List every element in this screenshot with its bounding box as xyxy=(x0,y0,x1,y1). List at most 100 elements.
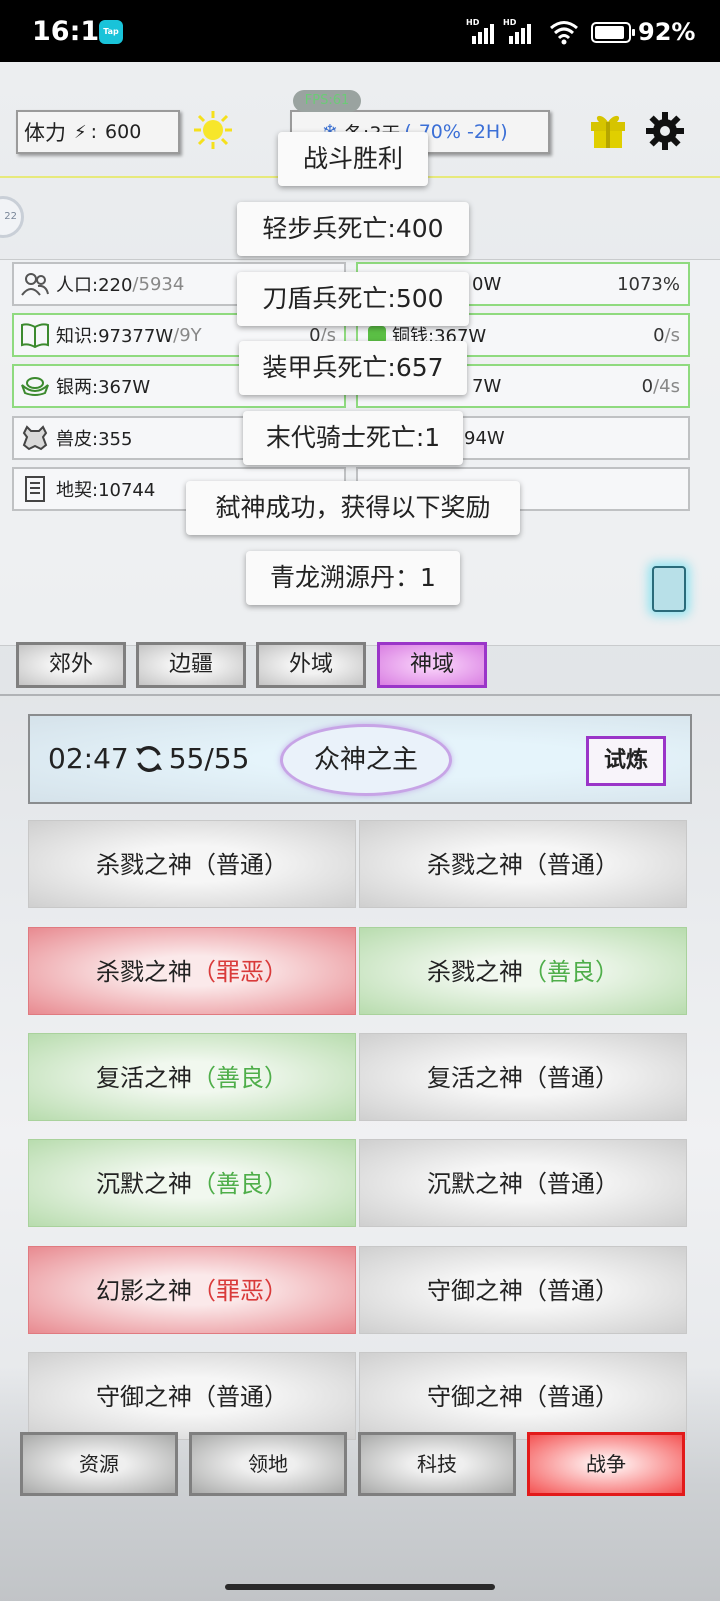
god-alignment: （罪恶） xyxy=(192,958,288,986)
god-name: 复活之神 xyxy=(427,1064,523,1092)
god-timer-area: 02:47 55/55 xyxy=(48,742,249,775)
status-bar: 16:13 Tap HD HD 92% xyxy=(0,0,720,62)
copper-rate-value: 0 xyxy=(653,324,665,346)
silver-ingot-icon xyxy=(20,371,50,401)
stamina-label: 体力 xyxy=(24,121,66,145)
nav-resources[interactable]: 资源 xyxy=(20,1432,178,1496)
book-icon xyxy=(20,320,50,350)
copper-rate: 0/s xyxy=(653,325,680,346)
signal-hd-label-2: HD xyxy=(503,18,517,27)
toast-godslayer-success: 弑神成功，获得以下奖励 xyxy=(186,481,520,535)
tab-suburbs[interactable]: 郊外 xyxy=(16,642,126,688)
god-button[interactable]: 杀戮之神（善良） xyxy=(359,927,687,1015)
god-name: 复活之神 xyxy=(96,1064,192,1092)
god-button[interactable]: 守御之神（普通） xyxy=(359,1352,687,1440)
god-button[interactable]: 幻影之神（罪恶） xyxy=(28,1246,356,1334)
sun-icon xyxy=(194,111,232,149)
signal-icon: HD xyxy=(466,18,500,44)
refresh-icon xyxy=(135,745,162,772)
god-name: 守御之神 xyxy=(427,1383,523,1411)
god-alignment: （普通） xyxy=(523,1064,619,1092)
tap-app-icon: Tap xyxy=(99,20,123,44)
god-name: 沉默之神 xyxy=(96,1170,192,1198)
toast-shield-infantry: 刀盾兵死亡:500 xyxy=(237,272,469,326)
population-max: /5934 xyxy=(132,273,185,295)
god-alignment: （罪恶） xyxy=(192,1277,288,1305)
nav-territory[interactable]: 领地 xyxy=(189,1432,347,1496)
battery-icon xyxy=(591,22,635,43)
fps-badge: FPS:61 xyxy=(293,90,361,112)
god-header: 02:47 55/55 众神之主 试炼 xyxy=(28,714,692,804)
stamina-display: 体力 ⚡ : 600 xyxy=(16,110,180,154)
wifi-icon xyxy=(550,21,578,45)
god-button[interactable]: 杀戮之神（普通） xyxy=(359,820,687,908)
deed-value: 地契:10744 xyxy=(56,480,156,501)
tab-outer-realm[interactable]: 外域 xyxy=(256,642,366,688)
people-icon xyxy=(20,269,50,299)
god-button[interactable]: 守御之神（普通） xyxy=(28,1352,356,1440)
right-resource-1-rate: 1073% xyxy=(617,273,680,295)
animal-hide-icon xyxy=(20,423,50,453)
attempt-count: 55/55 xyxy=(168,742,250,775)
lord-of-gods-title[interactable]: 众神之主 xyxy=(280,724,452,796)
god-name: 守御之神 xyxy=(427,1277,523,1305)
toast-reward-item: 青龙溯源丹：1 xyxy=(246,551,460,605)
home-indicator[interactable] xyxy=(225,1584,495,1590)
god-alignment: （普通） xyxy=(192,1383,288,1411)
god-name: 沉默之神 xyxy=(427,1170,523,1198)
card-deck-icon[interactable] xyxy=(652,566,686,612)
avatar[interactable]: 22 xyxy=(0,196,24,238)
trial-button[interactable]: 试炼 xyxy=(586,736,666,786)
signal-icon-2: HD xyxy=(503,18,537,44)
toast-battle-victory: 战斗胜利 xyxy=(278,132,428,186)
settings-gear-icon[interactable] xyxy=(646,112,684,150)
god-button[interactable]: 沉默之神（善良） xyxy=(28,1139,356,1227)
gift-icon[interactable] xyxy=(589,110,627,150)
knowledge-value: 知识:97377W xyxy=(56,326,174,347)
nav-technology[interactable]: 科技 xyxy=(358,1432,516,1496)
right-resource-3-rate-unit: /4s xyxy=(653,375,680,397)
god-button[interactable]: 杀戮之神（罪恶） xyxy=(28,927,356,1015)
god-alignment: （普通） xyxy=(523,1383,619,1411)
toast-last-knight: 末代骑士死亡:1 xyxy=(243,411,463,465)
toast-light-infantry: 轻步兵死亡:400 xyxy=(237,202,469,256)
tab-divine-realm[interactable]: 神域 xyxy=(377,642,487,688)
god-name: 守御之神 xyxy=(96,1383,192,1411)
god-name: 杀戮之神 xyxy=(96,958,192,986)
god-button[interactable]: 杀戮之神（普通） xyxy=(28,820,356,908)
right-resource-3-value: 7W xyxy=(472,375,502,397)
copper-rate-unit: /s xyxy=(664,324,680,346)
god-name: 杀戮之神 xyxy=(427,851,523,879)
silver-value: 银两:367W xyxy=(56,377,151,398)
nav-war[interactable]: 战争 xyxy=(527,1432,685,1496)
lightning-icon: ⚡ xyxy=(74,121,87,143)
god-button[interactable]: 沉默之神（普通） xyxy=(359,1139,687,1227)
knowledge-max: /9Y xyxy=(173,324,202,346)
god-alignment: （普通） xyxy=(192,851,288,879)
god-alignment: （善良） xyxy=(523,958,619,986)
god-button[interactable]: 复活之神（善良） xyxy=(28,1033,356,1121)
god-alignment: （普通） xyxy=(523,851,619,879)
right-resource-3-rate-value: 0 xyxy=(641,375,654,397)
god-name: 杀戮之神 xyxy=(427,958,523,986)
refresh-timer: 02:47 xyxy=(48,742,129,775)
battery-percent: 92% xyxy=(638,18,696,46)
stamina-value: 600 xyxy=(105,121,142,143)
stamina-sep: : xyxy=(90,121,98,143)
right-resource-1-value: 0W xyxy=(472,273,502,295)
right-resource-3-rate: 0/4s xyxy=(642,376,680,397)
god-button[interactable]: 复活之神（普通） xyxy=(359,1033,687,1121)
toast-armored-infantry: 装甲兵死亡:657 xyxy=(239,341,467,395)
signal-hd-label: HD xyxy=(466,18,480,27)
god-button[interactable]: 守御之神（普通） xyxy=(359,1246,687,1334)
right-resource-4-value: 94W xyxy=(464,427,505,449)
hide-value: 兽皮:355 xyxy=(56,429,133,450)
god-alignment: （普通） xyxy=(523,1277,619,1305)
god-alignment: （善良） xyxy=(192,1064,288,1092)
deed-scroll-icon xyxy=(20,474,50,504)
tab-frontier[interactable]: 边疆 xyxy=(136,642,246,688)
game-screen: 体力 ⚡ : 600 ❄ 冬:3天 (-70% -2H) FPS:61 xyxy=(0,62,720,1601)
god-alignment: （善良） xyxy=(192,1170,288,1198)
god-name: 杀戮之神 xyxy=(96,851,192,879)
population-value: 人口:220 xyxy=(56,275,133,296)
